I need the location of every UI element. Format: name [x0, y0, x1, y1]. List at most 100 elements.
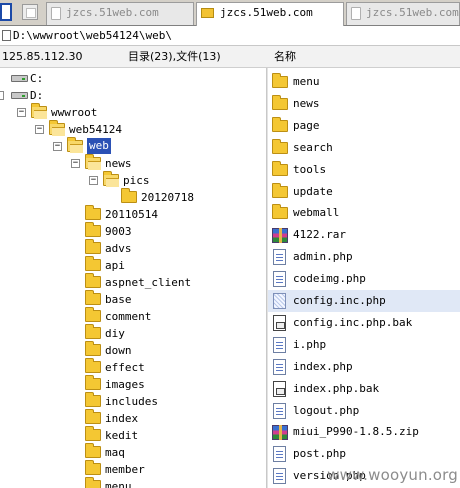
bak-file-icon [273, 381, 286, 397]
folder-icon [272, 183, 288, 198]
tree-item-label: includes [105, 395, 158, 408]
collapse-toggle-icon[interactable]: − [35, 125, 44, 134]
tree-item-label: effect [105, 361, 145, 374]
rar-icon [272, 228, 288, 243]
tree-item[interactable]: − news [0, 154, 266, 172]
folder-icon [85, 273, 101, 288]
file-row[interactable]: logout.php [268, 400, 460, 422]
tree-item[interactable]: − wwwroot [0, 103, 266, 121]
bak-file-icon [273, 315, 286, 331]
tab-2[interactable]: jzcs.51web.com [196, 2, 344, 26]
collapse-toggle-icon[interactable]: − [53, 142, 62, 151]
tree-item-label: web [87, 138, 111, 154]
file-row[interactable]: page [268, 115, 460, 137]
file-row[interactable]: news [268, 93, 460, 115]
file-name: index.php [293, 360, 353, 373]
tree-item-label: maq [105, 446, 125, 459]
tree-item-label: comment [105, 310, 152, 323]
folder-icon [85, 239, 101, 254]
tab-3[interactable]: jzcs.51web.com [346, 2, 460, 25]
file-name: logout.php [293, 404, 360, 417]
file-row[interactable]: index.php [268, 356, 460, 378]
file-row[interactable]: miui_P990-1.8.5.zip [268, 421, 460, 443]
file-name: admin.php [293, 250, 353, 263]
folder-icon [85, 341, 101, 356]
tree-item[interactable]: effect [0, 358, 266, 376]
tab-bar: jzcs.51web.com jzcs.51web.com jzcs.51web… [0, 0, 460, 26]
file-row[interactable]: menu [268, 71, 460, 93]
tree-item[interactable]: diy [0, 324, 266, 342]
tree-item[interactable]: kedit [0, 426, 266, 444]
tree-item[interactable]: D: [0, 87, 266, 104]
tree-item[interactable]: menu [0, 477, 266, 488]
tree-item[interactable]: 9003 [0, 222, 266, 240]
watermark: www.wooyun.org [327, 466, 458, 484]
file-name: update [293, 185, 333, 198]
file-row[interactable]: admin.php [268, 246, 460, 268]
file-row[interactable]: tools [268, 159, 460, 181]
file-name: config.inc.php [293, 294, 386, 307]
tree-item[interactable]: − web54124 [0, 120, 266, 138]
tree-item-label: images [105, 378, 145, 391]
tree-item[interactable]: C: [0, 70, 266, 87]
file-row[interactable]: codeimg.php [268, 268, 460, 290]
tree-item-label: 20120718 [141, 191, 194, 204]
file-icon [273, 446, 286, 462]
app-icon[interactable] [0, 3, 12, 21]
tree-item[interactable]: down [0, 341, 266, 359]
expand-toggle-icon[interactable] [0, 91, 4, 100]
tree-item[interactable]: maq [0, 443, 266, 461]
folder-icon [272, 204, 288, 219]
file-row[interactable]: webmall [268, 202, 460, 224]
file-list[interactable]: menu news page search tools update webmall 4122… [268, 68, 460, 488]
folder-icon [85, 460, 101, 475]
file-row[interactable]: index.php.bak [268, 378, 460, 400]
tree-item[interactable]: api [0, 256, 266, 274]
folder-icon [85, 426, 101, 441]
folder-icon [85, 205, 101, 220]
tree-item-label: diy [105, 327, 125, 340]
name-column-header[interactable]: 名称 [274, 46, 296, 68]
page-icon [351, 6, 361, 20]
tree-item[interactable]: includes [0, 392, 266, 410]
folder-icon [272, 139, 288, 154]
tree-item[interactable]: base [0, 290, 266, 308]
tree-item[interactable]: index [0, 409, 266, 427]
tree-item[interactable]: comment [0, 307, 266, 325]
folder-tree[interactable]: C: D: − wwwroot − web54124− web − news − pics 20120… [0, 68, 266, 488]
folder-icon [85, 409, 101, 424]
tree-item[interactable]: aspnet_client [0, 273, 266, 291]
file-name: codeimg.php [293, 272, 366, 285]
tree-item-label: advs [105, 242, 132, 255]
blank-page-icon[interactable] [22, 4, 38, 20]
file-row[interactable]: config.inc.php [268, 290, 460, 312]
collapse-toggle-icon[interactable]: − [17, 108, 26, 117]
path-bar[interactable]: D:\wwwroot\web54124\web\ [0, 26, 460, 46]
folder-icon [201, 8, 214, 18]
file-row[interactable]: search [268, 137, 460, 159]
page-icon [51, 6, 61, 20]
collapse-toggle-icon[interactable]: − [71, 159, 80, 168]
tree-item[interactable]: 20110514 [0, 205, 266, 223]
tree-item-label: base [105, 293, 132, 306]
open-folder-icon [67, 137, 83, 153]
file-name: menu [293, 75, 320, 88]
tree-item[interactable]: − pics [0, 171, 266, 189]
file-row[interactable]: 4122.rar [268, 224, 460, 246]
file-row[interactable]: post.php [268, 443, 460, 465]
file-row[interactable]: update [268, 181, 460, 203]
tree-item[interactable]: − web [0, 137, 266, 155]
open-folder-icon [49, 120, 65, 136]
tree-item-label: D: [30, 89, 44, 102]
file-row[interactable]: i.php [268, 334, 460, 356]
tab-1[interactable]: jzcs.51web.com [46, 2, 194, 25]
file-row[interactable]: config.inc.php.bak [268, 312, 460, 334]
tree-item[interactable]: 20120718 [0, 188, 266, 206]
tree-item[interactable]: advs [0, 239, 266, 257]
header-bar: 125.85.112.30 目录(23),文件(13) 名称 [0, 46, 460, 68]
tree-item[interactable]: member [0, 460, 266, 478]
collapse-toggle-icon[interactable]: − [89, 176, 98, 185]
tree-item[interactable]: images [0, 375, 266, 393]
file-icon [273, 249, 286, 265]
file-icon [273, 403, 286, 419]
